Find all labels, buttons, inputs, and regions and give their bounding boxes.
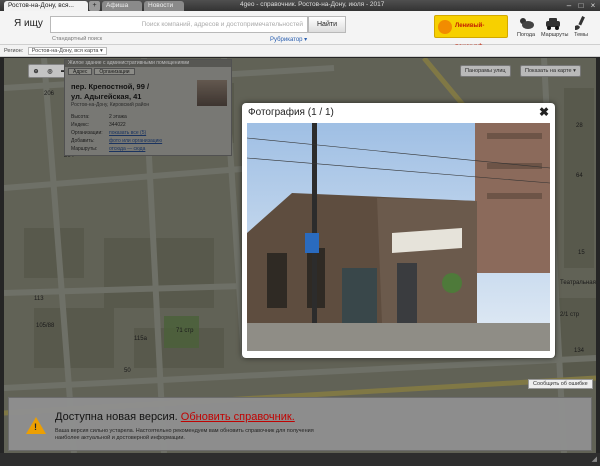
region-select[interactable]: Ростов-на-Дону, вся карта ▾ (27, 47, 107, 55)
tab-label: Афиша (106, 2, 129, 9)
find-button[interactable]: Найти (308, 16, 346, 33)
new-tab-button[interactable]: + (89, 1, 100, 11)
report-error-button[interactable]: Сообщить об ошибке (528, 379, 593, 389)
search-input[interactable]: Поиск компаний, адресов и достопримечате… (50, 16, 308, 33)
search-toolbar: Я ищу Поиск компаний, адресов и достопри… (0, 11, 600, 50)
window-title: 4geo - справочник. Ростов-на-Дону, июля … (240, 1, 385, 8)
tab-news[interactable]: Новости (144, 1, 184, 11)
tab-label: Ростов-на-Дону, вся... (8, 2, 74, 9)
close-icon[interactable]: ✖ (539, 105, 549, 119)
themes-button[interactable]: Темы (569, 15, 593, 38)
tab-rostov[interactable]: Ростов-на-Дону, вся... (4, 1, 88, 11)
car-icon (546, 18, 560, 30)
weather-icon (520, 18, 534, 29)
region-label: Регион: (4, 48, 24, 54)
routes-button[interactable]: Маршруты (541, 15, 569, 38)
brush-icon (575, 16, 585, 30)
warning-mark: ! (34, 422, 37, 432)
routes-label: Маршруты (541, 32, 569, 38)
banner-text: Ваша версия сильно устарела. Настоятельн… (55, 428, 314, 441)
building-photo (247, 123, 550, 351)
search-label: Я ищу (14, 18, 43, 29)
weather-button[interactable]: Погода (514, 15, 538, 38)
weather-label: Погода (516, 32, 536, 38)
tab-label: Новости (148, 2, 174, 9)
standard-search-link[interactable]: Стандартный поиск (52, 36, 102, 42)
rubricator-link[interactable]: Рубрикатор ▾ (270, 36, 307, 43)
themes-label: Темы (574, 32, 588, 38)
promo-banner[interactable]: Ленивый-поиск.рф (434, 15, 508, 50)
maximize-icon[interactable]: □ (575, 0, 587, 11)
duck-logo-icon (438, 20, 452, 34)
resize-grip-icon[interactable]: ◢ (592, 455, 597, 463)
dialog-title: Фотография (1 / 1) (248, 107, 334, 118)
close-window-icon[interactable]: × (587, 0, 599, 11)
photo-dialog: Фотография (1 / 1) ✖ (242, 103, 555, 358)
status-bar: ◢ (0, 453, 600, 466)
region-bar: Регион: Ростов-на-Дону, вся карта ▾ (0, 45, 600, 57)
tab-afisha[interactable]: Афиша (102, 1, 142, 11)
banner-title: Доступна новая версия. Обновить справочн… (55, 411, 295, 423)
minimize-icon[interactable]: – (563, 0, 575, 11)
window-titlebar: Ростов-на-Дону, вся... + Афиша Новости 4… (0, 0, 600, 11)
update-banner: ! Доступна новая версия. Обновить справо… (8, 397, 592, 451)
update-link[interactable]: Обновить справочник. (181, 411, 295, 423)
